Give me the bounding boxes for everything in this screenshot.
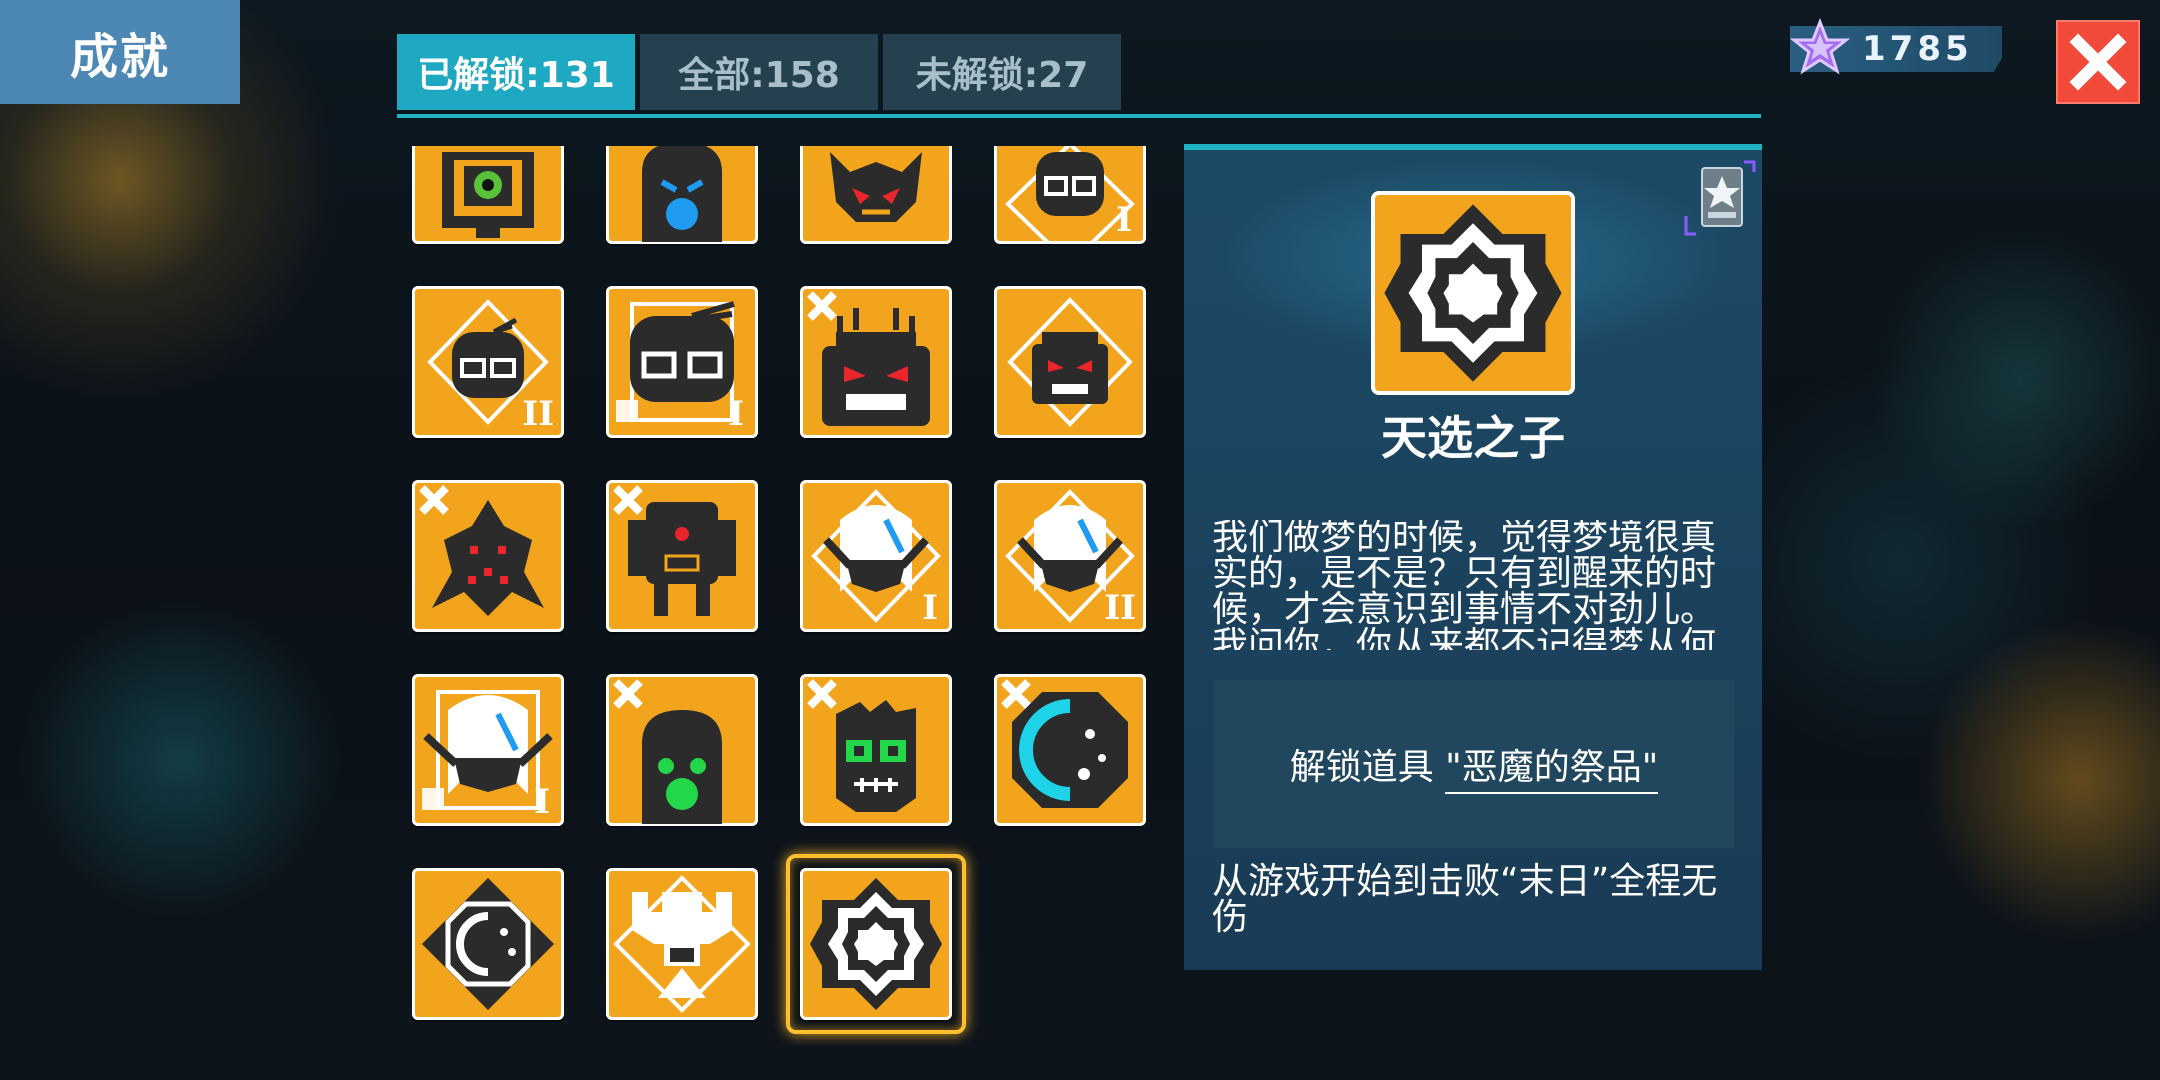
tab-bar: 已解锁:131 全部:158 未解锁:27 <box>397 34 1761 118</box>
achievement-badge[interactable]: II <box>412 286 564 438</box>
achievement-badge[interactable] <box>800 146 952 244</box>
page-title-text: 成就 <box>69 29 170 85</box>
achievement-badge[interactable] <box>606 146 758 244</box>
tier-label: I <box>728 394 744 434</box>
achievement-badge[interactable] <box>994 674 1146 826</box>
achievement-badge[interactable]: II <box>994 480 1146 632</box>
dark-orb-badge-icon <box>422 878 554 1010</box>
red-eyed-robot-badge-icon <box>807 291 930 426</box>
tab-locked[interactable]: 未解锁:27 <box>883 34 1121 110</box>
turret-eye-badge-icon <box>442 152 534 238</box>
achievement-grid: I II I I II I <box>400 146 1160 1046</box>
cyan-orb-badge-icon <box>1001 679 1128 808</box>
achievement-badge[interactable] <box>412 868 564 1020</box>
reward-prefix: 解锁道具 <box>1289 747 1446 788</box>
silver-star-card-icon <box>1684 160 1756 236</box>
tab-unlocked[interactable]: 已解锁:131 <box>397 34 635 110</box>
eight-point-star-badge-icon <box>1384 204 1562 382</box>
achievement-badge[interactable] <box>800 674 952 826</box>
achievement-badge[interactable]: I <box>994 146 1146 244</box>
purple-star-icon <box>1790 18 1850 75</box>
achievement-badge[interactable] <box>606 674 758 826</box>
tier-label: I <box>922 588 938 628</box>
achievement-badge[interactable] <box>606 868 758 1020</box>
tier-label: I <box>1116 200 1132 240</box>
tab-all[interactable]: 全部:158 <box>640 34 878 110</box>
reward-item-link[interactable]: "恶魔的祭品" <box>1445 747 1659 794</box>
reward-text: 解锁道具 "恶魔的祭品" <box>1289 738 1659 794</box>
achievement-badge[interactable]: I <box>606 286 758 438</box>
achievement-badge[interactable]: I <box>412 674 564 826</box>
unlock-condition: 从游戏开始到击败“末日”全程无伤 <box>1212 861 1718 938</box>
achievement-description-scroll[interactable]: 我们做梦的时候，觉得梦境很真实的，是不是？只有到醒来的时候，才会意识到事情不对劲… <box>1212 520 1734 650</box>
green-ghost-badge-icon <box>613 679 722 824</box>
close-icon <box>2069 33 2127 91</box>
currency-value: 1785 <box>1862 29 1973 69</box>
eight-point-star-badge-icon <box>810 878 942 1010</box>
blue-ghost-badge-icon <box>642 146 722 242</box>
tier-label: II <box>522 394 554 434</box>
detail-badge <box>1371 191 1575 395</box>
page-title: 成就 <box>0 0 240 104</box>
green-eyed-zombie-badge-icon <box>807 679 916 812</box>
achievement-description: 我们做梦的时候，觉得梦境很真实的，是不是？只有到醒来的时候，才会意识到事情不对劲… <box>1212 520 1717 650</box>
achievement-badge[interactable] <box>994 286 1146 438</box>
achievement-badge-selected[interactable] <box>786 854 966 1034</box>
red-eyed-robot-badge-icon <box>1007 297 1133 427</box>
achievement-badge[interactable] <box>412 480 564 632</box>
achievement-name: 天选之子 <box>1381 411 1565 465</box>
reward-box: 解锁道具 "恶魔的祭品" <box>1214 680 1734 848</box>
mech-walker-badge-icon <box>613 485 736 616</box>
achievement-badge[interactable]: I <box>800 480 952 632</box>
spiked-creature-badge-icon <box>419 485 544 616</box>
red-eyed-demon-badge-icon <box>830 152 922 222</box>
trophy-badge-icon <box>613 875 751 1013</box>
achievement-badge[interactable] <box>800 286 952 438</box>
tier-label: I <box>534 782 550 822</box>
achievement-badge[interactable] <box>412 146 564 244</box>
close-button[interactable] <box>2056 20 2140 104</box>
achievement-badge[interactable] <box>606 480 758 632</box>
tier-label: II <box>1104 588 1136 628</box>
